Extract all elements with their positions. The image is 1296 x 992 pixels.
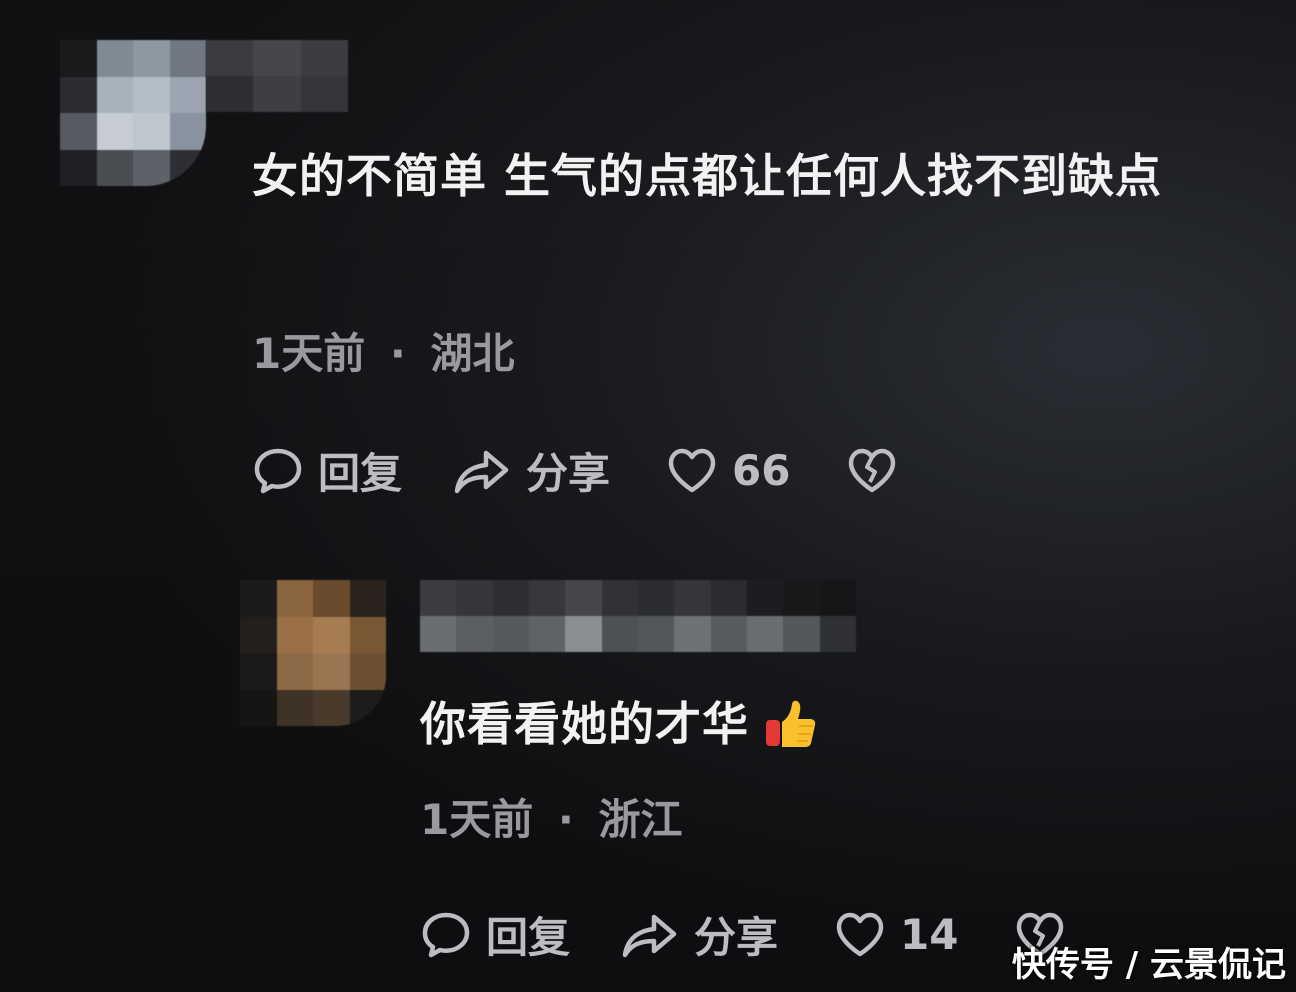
comment-time: 1天前: [252, 329, 366, 378]
comment-bubble-icon: [254, 448, 302, 493]
heart-icon: [836, 912, 884, 956]
share-button[interactable]: 分享: [620, 904, 778, 965]
share-arrow-icon: [622, 914, 677, 957]
like-count: 14: [900, 910, 959, 959]
comment-text: 你看看她的才华: [420, 697, 749, 751]
comment-meta: 1天前 · 湖北: [252, 320, 514, 381]
comment-bubble-icon: [422, 912, 470, 957]
username-blurred[interactable]: [206, 40, 348, 112]
comment-screen: 女的不简单 生气的点都让任何人找不到缺点 1天前 · 湖北 回复 分享 66 你…: [0, 0, 1296, 992]
reply-label: 回复: [486, 913, 571, 962]
comment-text-row: 你看看她的才华: [420, 682, 1120, 766]
like-button[interactable]: 66: [666, 446, 790, 496]
comment-text: 女的不简单 生气的点都让任何人找不到缺点: [252, 149, 1163, 203]
meta-separator: ·: [389, 329, 406, 378]
heart-icon: [668, 448, 716, 492]
avatar-blurred[interactable]: [240, 580, 386, 726]
comment-actions: 回复 分享 14: [420, 904, 1066, 965]
meta-separator: ·: [557, 795, 574, 844]
username-blurred[interactable]: [420, 580, 856, 652]
like-count: 66: [732, 446, 791, 495]
reply-button[interactable]: 回复: [252, 440, 402, 501]
avatar-blurred[interactable]: [60, 40, 206, 186]
like-button[interactable]: 14: [834, 910, 958, 960]
broken-heart-icon: [849, 448, 896, 492]
comment-actions: 回复 分享 66: [252, 440, 898, 501]
thumbs-up-emoji-icon: [766, 700, 816, 747]
share-arrow-icon: [454, 450, 509, 493]
share-button[interactable]: 分享: [452, 440, 610, 501]
share-label: 分享: [694, 913, 779, 962]
share-label: 分享: [526, 449, 611, 498]
comment-time: 1天前: [420, 795, 534, 844]
reply-label: 回复: [318, 449, 403, 498]
reply-button[interactable]: 回复: [420, 904, 570, 965]
comment-location: 湖北: [430, 329, 515, 378]
dislike-button[interactable]: [846, 446, 898, 496]
comment-meta: 1天前 · 浙江: [420, 786, 682, 847]
watermark: 快传号 / 云景侃记: [1011, 945, 1286, 985]
comment-location: 浙江: [598, 795, 683, 844]
